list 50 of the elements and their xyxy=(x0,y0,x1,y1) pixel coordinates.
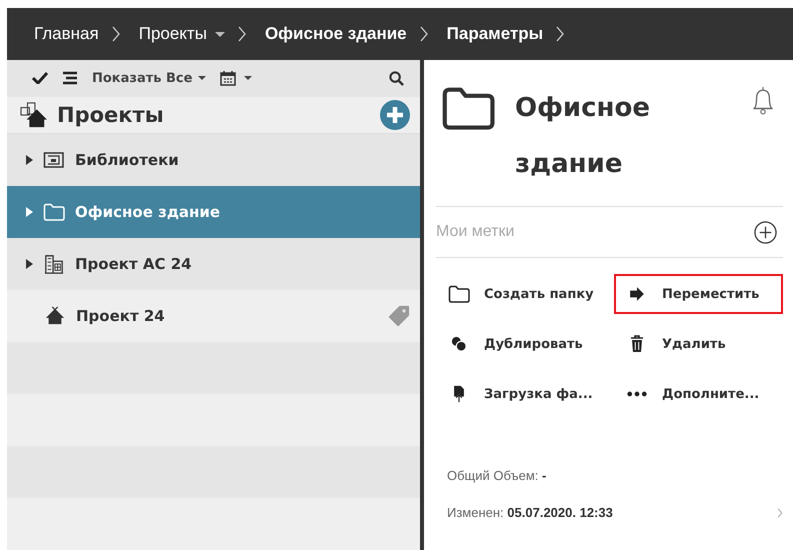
action-button[interactable]: Удалить xyxy=(614,324,783,364)
circles-icon xyxy=(451,335,467,353)
select-all-button[interactable] xyxy=(32,72,48,84)
sort-button[interactable] xyxy=(62,71,78,86)
info-text: Общий Объем: - xyxy=(447,468,546,483)
filter-dropdown[interactable]: Показать Все xyxy=(92,70,206,86)
caret-down-icon xyxy=(214,32,225,36)
expand-triangle-icon[interactable] xyxy=(26,259,33,269)
sidebar-title: Проекты xyxy=(57,102,165,127)
house-icon xyxy=(44,306,66,326)
folder-icon xyxy=(448,285,470,303)
chevron-right-icon xyxy=(555,26,566,42)
tree-item[interactable]: Библиотеки xyxy=(7,134,420,186)
trash-icon xyxy=(629,335,645,353)
date-filter-dropdown[interactable] xyxy=(220,70,252,86)
calendar-icon xyxy=(220,70,236,86)
breadcrumb-link[interactable]: Проекты xyxy=(138,24,225,44)
breadcrumb-link[interactable]: Офисное здание xyxy=(264,24,407,44)
more-dots-icon xyxy=(627,391,647,397)
folder-icon xyxy=(43,202,65,222)
file-upload-icon xyxy=(451,385,467,403)
add-icon[interactable] xyxy=(754,220,777,244)
tree-item[interactable]: Проект 24 xyxy=(7,290,420,342)
folder-icon xyxy=(441,86,495,130)
tree-item[interactable]: Проект AC 24 xyxy=(7,238,420,290)
library-folder-icon xyxy=(43,150,65,170)
tag-icon xyxy=(388,305,410,327)
info-text: Изменен: 05.07.2020. 12:33 xyxy=(447,505,614,520)
action-button[interactable]: Дополните... xyxy=(614,374,783,414)
tree-item[interactable]: Офисное здание xyxy=(7,186,420,238)
list-lines-icon xyxy=(62,71,78,86)
chevron-right-icon xyxy=(110,26,121,42)
search-icon[interactable] xyxy=(389,70,404,86)
breadcrumb-link[interactable]: Параметры xyxy=(446,24,544,44)
checkmark-icon xyxy=(32,72,48,84)
caret-down-icon xyxy=(244,76,252,80)
projects-icon xyxy=(19,102,49,128)
chevron-right-icon xyxy=(418,26,429,42)
action-button[interactable]: Дублировать xyxy=(436,324,614,364)
caret-down-icon xyxy=(198,76,206,80)
item-title: Офисное здание xyxy=(515,92,651,181)
chevron-right-icon[interactable] xyxy=(777,508,783,518)
building-icon xyxy=(43,254,65,274)
action-button[interactable]: Загрузка фа... xyxy=(436,374,614,414)
arrow-right-icon xyxy=(629,285,645,303)
breadcrumb-link[interactable]: Главная xyxy=(34,24,99,44)
expand-triangle-icon[interactable] xyxy=(26,155,33,165)
action-button[interactable]: Создать папку xyxy=(436,274,614,314)
chevron-right-icon xyxy=(236,26,247,42)
action-button[interactable]: Переместить xyxy=(614,274,783,314)
